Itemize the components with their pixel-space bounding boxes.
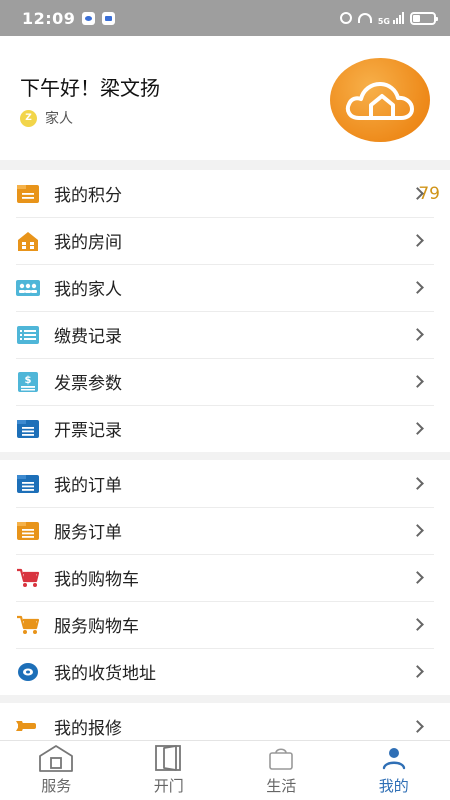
tab-label: 开门 (153, 777, 184, 795)
profile-header: 下午好！梁文扬 Z 家人 (0, 36, 450, 160)
wifi-icon (357, 13, 372, 23)
menu-item-label: 我的报修 (54, 719, 122, 739)
home-icon (38, 743, 74, 773)
menu-item-points[interactable]: 我的积分 79 (0, 170, 450, 217)
menu-item-my-cart[interactable]: 我的购物车 (0, 554, 450, 601)
menu-item-invoice-records[interactable]: 开票记录 (0, 405, 450, 452)
family-icon (16, 278, 40, 298)
menu-item-family[interactable]: 我的家人 (0, 264, 450, 311)
signal-icon (393, 12, 404, 24)
status-bar: 12:09 5G (0, 0, 450, 36)
role-row[interactable]: Z 家人 (20, 108, 73, 128)
menu-item-service-orders[interactable]: 服务订单 (0, 507, 450, 554)
app-notification-icon (102, 11, 116, 25)
menu-item-invoice-params[interactable]: $ 发票参数 (0, 358, 450, 405)
chevron-right-icon (411, 422, 424, 435)
menu-group-orders: 我的订单 服务订单 我的购物车 服务购物车 我的收货地址 (0, 460, 450, 695)
menu-item-my-room[interactable]: 我的房间 (0, 217, 450, 264)
menu-item-label: 服务订单 (54, 523, 122, 543)
network-type: 5G (377, 16, 390, 26)
chevron-right-icon (411, 618, 424, 631)
role-badge: Z (20, 109, 37, 127)
tab-mine[interactable]: 我的 (338, 741, 450, 800)
menu-item-label: 我的积分 (54, 186, 122, 206)
menu-item-label: 开票记录 (54, 421, 122, 441)
menu-item-label: 我的订单 (54, 476, 122, 496)
menu-item-service-cart[interactable]: 服务购物车 (0, 601, 450, 648)
menu-item-label: 服务购物车 (54, 617, 139, 637)
chevron-right-icon (411, 571, 424, 584)
menu-item-label: 发票参数 (54, 374, 122, 394)
menu-item-my-orders[interactable]: 我的订单 (0, 460, 450, 507)
tab-label: 我的 (378, 777, 409, 795)
tab-label: 服务 (41, 777, 72, 795)
app-notification-icon (82, 11, 96, 25)
invoice-icon: $ (16, 371, 40, 392)
menu-item-label: 我的收货地址 (54, 664, 156, 684)
battery-icon (410, 11, 438, 25)
chevron-right-icon (411, 375, 424, 388)
menu-item-shipping-address[interactable]: 我的收货地址 (0, 648, 450, 695)
cart-icon (16, 568, 40, 588)
wrench-icon (16, 717, 40, 737)
location-icon (16, 662, 40, 682)
menu-item-label: 我的购物车 (54, 570, 139, 590)
chevron-right-icon (411, 524, 424, 537)
chevron-right-icon (411, 281, 424, 294)
list-icon (16, 325, 40, 345)
avatar[interactable] (330, 58, 430, 142)
chevron-right-icon (411, 720, 424, 733)
menu-item-label: 我的家人 (54, 280, 122, 300)
tab-label: 生活 (266, 777, 297, 795)
menu-item-label: 我的房间 (54, 233, 122, 253)
cart-icon (16, 615, 40, 635)
tab-service[interactable]: 服务 (0, 741, 113, 800)
tab-open-door[interactable]: 开门 (113, 741, 226, 800)
bottom-tab-bar: 服务 开门 生活 我的 (0, 740, 450, 800)
service-order-icon (16, 521, 40, 541)
bag-icon (267, 743, 295, 773)
role-label: 家人 (45, 111, 73, 127)
chevron-right-icon (411, 477, 424, 490)
menu-item-payment-records[interactable]: 缴费记录 (0, 311, 450, 358)
chevron-right-icon (411, 234, 424, 247)
cloud-home-logo-icon (345, 82, 414, 120)
document-icon (16, 419, 40, 439)
door-icon (154, 743, 184, 773)
person-icon (381, 743, 407, 773)
status-time: 12:09 (22, 8, 76, 28)
svg-text:$: $ (25, 375, 32, 386)
chevron-right-icon (411, 665, 424, 678)
house-icon (16, 231, 40, 251)
greeting-text: 下午好！梁文扬 (20, 76, 160, 100)
alarm-icon (339, 12, 352, 24)
menu-group-account: 我的积分 79 我的房间 我的家人 缴费记录 $ 发票参数 开票记录 (0, 170, 450, 452)
menu-item-label: 缴费记录 (54, 327, 122, 347)
tab-life[interactable]: 生活 (225, 741, 338, 800)
order-icon (16, 474, 40, 494)
points-icon (16, 184, 40, 204)
chevron-right-icon (411, 328, 424, 341)
